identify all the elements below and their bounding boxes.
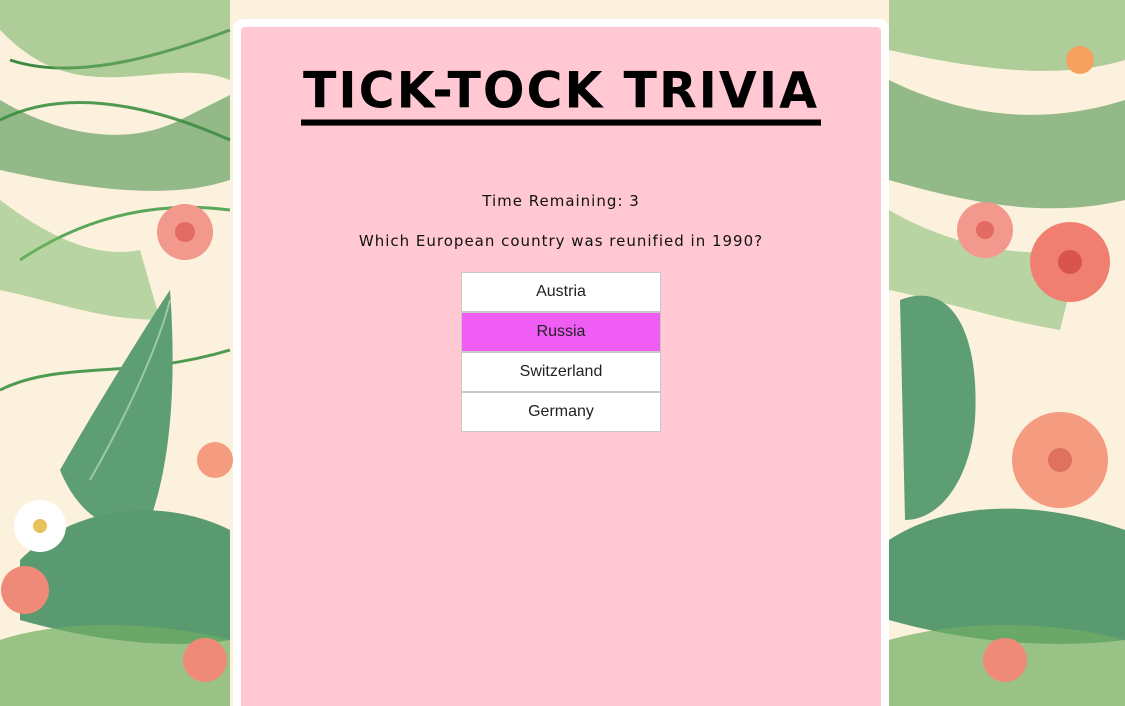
answer-button-russia[interactable]: Russia — [461, 312, 661, 352]
answer-button-germany[interactable]: Germany — [461, 392, 661, 432]
question-text: Which European country was reunified in … — [358, 232, 764, 250]
answer-button-switzerland[interactable]: Switzerland — [461, 352, 661, 392]
answer-list: Austria Russia Switzerland Germany — [461, 272, 661, 432]
app-title-text: TICK-TOCK TRIVIA — [301, 62, 821, 126]
trivia-card: TICK-TOCK TRIVIA Time Remaining: 3 Which… — [241, 27, 881, 706]
answer-button-austria[interactable]: Austria — [461, 272, 661, 312]
app-title: TICK-TOCK TRIVIA — [241, 62, 881, 126]
time-remaining: Time Remaining: 3 — [482, 192, 640, 210]
